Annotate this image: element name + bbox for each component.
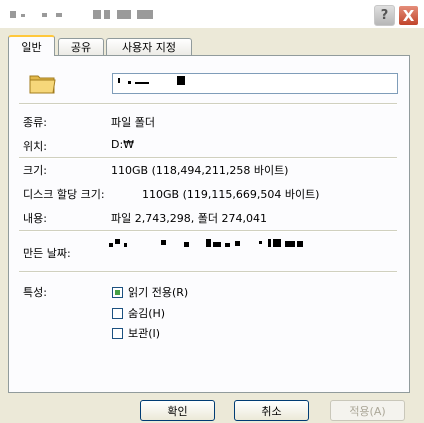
window-title-redacted: [117, 10, 131, 19]
contents-label: 내용:: [23, 212, 47, 225]
window-title-redacted: [42, 13, 47, 17]
type-value: 파일 폴더: [111, 116, 155, 129]
size-label: 크기:: [23, 164, 47, 177]
archive-checkbox[interactable]: 보관(I): [112, 325, 160, 341]
ok-button-label: 확인: [167, 404, 188, 418]
readonly-checkbox-label: 읽기 전용(R): [128, 286, 189, 299]
created-label: 만든 날짜:: [23, 247, 71, 260]
apply-button[interactable]: 적용(A): [330, 400, 405, 421]
separator: [19, 271, 397, 273]
close-button[interactable]: X: [398, 5, 419, 26]
hidden-checkbox-box[interactable]: [112, 307, 123, 319]
contents-value: 파일 2,743,298, 폴더 274,041: [111, 212, 267, 225]
separator: [19, 230, 397, 232]
tab-sharing[interactable]: 공유: [58, 38, 104, 55]
ok-button[interactable]: 확인: [140, 400, 215, 421]
window-title-redacted: [104, 10, 110, 19]
archive-checkbox-label: 보관(I): [128, 327, 161, 340]
hidden-checkbox[interactable]: 숨김(H): [112, 305, 165, 321]
window-title-redacted: [56, 13, 62, 17]
separator: [19, 103, 397, 105]
tab-label: 일반: [21, 40, 42, 54]
cancel-button-label: 취소: [261, 404, 282, 418]
folder-name-input[interactable]: [112, 73, 398, 94]
archive-checkbox-box[interactable]: [112, 327, 123, 339]
readonly-checkbox[interactable]: 읽기 전용(R): [112, 284, 188, 300]
type-label: 종류:: [23, 116, 47, 129]
general-tab-panel: 종류: 파일 폴더 위치: D:₩ 크기: 110GB (118,494,211…: [8, 55, 410, 393]
apply-button-label: 적용(A): [349, 404, 386, 418]
folder-name-redacted: [177, 76, 185, 85]
hidden-checkbox-label: 숨김(H): [128, 307, 166, 320]
disk-size-label: 디스크 할당 크기:: [23, 188, 105, 201]
window-title-redacted: [21, 14, 25, 17]
help-button[interactable]: ?: [374, 5, 395, 26]
tab-customize[interactable]: 사용자 지정: [106, 38, 192, 55]
tab-label: 공유: [70, 41, 92, 54]
location-value: D:₩: [111, 138, 135, 151]
help-icon: ?: [380, 8, 389, 23]
folder-icon: [29, 75, 56, 94]
folder-name-redacted: [135, 82, 149, 84]
attributes-label: 특성:: [23, 286, 47, 299]
title-bar[interactable]: ? X: [0, 0, 424, 28]
folder-name-redacted: [128, 81, 131, 84]
folder-name-redacted: [118, 78, 120, 83]
close-icon: X: [402, 6, 415, 25]
window-title-redacted: [93, 10, 101, 19]
readonly-checkbox-box[interactable]: [112, 286, 123, 298]
window-title-redacted: [137, 10, 153, 19]
location-label: 위치:: [23, 140, 47, 153]
cancel-button[interactable]: 취소: [234, 400, 309, 421]
tab-general[interactable]: 일반: [8, 35, 55, 56]
window-title-redacted: [10, 11, 16, 18]
separator: [19, 157, 397, 159]
size-value: 110GB (118,494,211,258 바이트): [111, 164, 289, 177]
tab-label: 사용자 지정: [121, 41, 177, 54]
disk-size-value: 110GB (119,115,669,504 바이트): [142, 188, 320, 201]
